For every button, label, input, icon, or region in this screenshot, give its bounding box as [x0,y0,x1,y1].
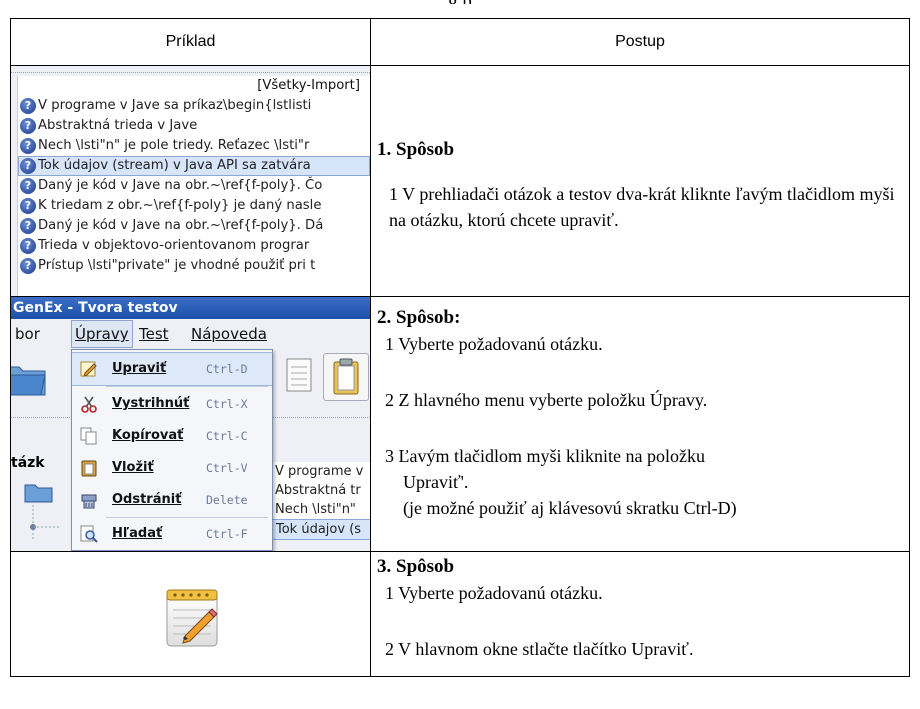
question-icon: ? [20,238,36,254]
method-2-title: 2. Spôsob: [377,307,461,328]
delete-icon [81,494,97,509]
method-2-step-2: 2 Z hlavného menu vyberte položku Úpravy… [385,390,708,410]
method-1-row: [Všetky-Import] ? V programe v Jave sa pr… [10,65,910,297]
list-item[interactable]: ? Abstraktná trieda v Jave [18,116,370,136]
menu-item-delete[interactable]: Odstrániť Delete [72,484,272,516]
method-2-step-3: 3 Ľavým tlačidlom myši kliknite na polož… [385,446,705,466]
menu-file[interactable]: bor [15,319,40,349]
method-2-step-3-note: (je možné použiť aj klávesovú skratku Ct… [403,498,737,518]
table-header-row: Príklad Postup [10,18,910,66]
method-1-step-1: 1 V prehliadači otázok a testov dva-krát… [389,184,895,230]
instructions-table: Príklad Postup [Všetky-Import] ? V progra… [10,18,910,677]
menu-item-cut[interactable]: Vystrihnúť Ctrl-X [72,388,272,420]
copy-icon [80,427,97,445]
list-item[interactable]: ? V programe v Jave sa príkaz\begin{lstli… [18,96,370,116]
list-item[interactable]: ? Trieda v objektovo-orientovanom prograr [18,236,370,256]
question-icon: ? [20,218,36,234]
question-icon: ? [20,198,36,214]
edit-button-screenshot [12,553,370,676]
list-item[interactable]: ? Prístup \lsti"private" je vhodné použiť… [18,256,370,276]
tree-folder-icon [24,484,61,541]
list-item[interactable]: ? Daný je kód v Jave na obr.~\ref{f-poly}… [18,216,370,236]
question-icon: ? [20,98,36,114]
method-3-step-2: 2 V hlavnom okne stlačte tlačítko Upravi… [385,639,694,659]
method-2-step-3-target: Upraviť'. [403,472,469,492]
edit-dropdown-menu: Upraviť Ctrl-D Vystrihnúť Ctrl-X Kopírov… [71,349,273,551]
clipboard-icon [333,358,359,395]
method-2-row: GenEx - Tvora testov bor Úpravy Test Náp… [10,296,910,552]
edit-icon [80,361,97,377]
menu-item-paste[interactable]: Vložiť Ctrl-V [72,452,272,484]
edit-menu-screenshot: GenEx - Tvora testov bor Úpravy Test Náp… [11,297,370,551]
method-3-title: 3. Spôsob [377,556,455,577]
list-item[interactable]: ? K triedam z obr.~\ref{f-poly} je daný n… [18,196,370,216]
method-2-text: 2. Spôsob: 1 Vyberte požadovanú otázku. … [370,296,910,552]
question-icon: ? [20,258,36,274]
page-heading-fragment: g p [0,0,920,4]
question-list: [Všetky-Import] ? V programe v Jave sa pr… [17,76,370,296]
document-icon [286,358,312,392]
list-item-selected[interactable]: ? Tok údajov (stream) v Java API sa zatvá… [18,156,370,176]
question-icon: ? [20,158,36,174]
example-question-list: [Všetky-Import] ? V programe v Jave sa pr… [10,65,371,297]
questions-pane-label: tázk [11,455,45,471]
example-menu: GenEx - Tvora testov bor Úpravy Test Náp… [10,296,371,552]
menu-item-copy[interactable]: Kopírovať Ctrl-C [72,420,272,452]
menu-bar: bor Úpravy Test Nápoveda [12,319,370,349]
method-3-text: 3. Spôsob 1 Vyberte požadovanú otázku. 2… [370,551,910,677]
question-icon: ? [20,178,36,194]
method-3-step-1: 1 Vyberte požadovanú otázku. [385,583,603,603]
list-header: [Všetky-Import] [257,78,360,93]
question-list-partial: V programe v Abstraktná tr Nech \lsti"n"… [269,462,370,540]
question-icon: ? [20,118,36,134]
search-icon [80,525,98,543]
list-item[interactable]: Abstraktná tr [269,481,370,500]
method-2-step-1: 1 Vyberte požadovanú otázku. [385,334,603,354]
paste-button[interactable] [323,353,369,401]
method-1-text: 1. Spôsob 1 V prehliadači otázok a testo… [370,65,910,297]
list-item[interactable]: Nech \lsti"n" [269,500,370,519]
list-item[interactable]: ? Daný je kód v Jave na obr.~\ref{f-poly}… [18,176,370,196]
open-folder-button[interactable] [11,353,46,399]
menu-test[interactable]: Test [139,319,169,349]
notepad-edit-icon[interactable] [163,586,223,650]
list-item[interactable]: V programe v [269,462,370,481]
menu-item-edit[interactable]: Upraviť Ctrl-D [72,352,272,386]
header-example: Príklad [10,18,371,66]
list-item-selected[interactable]: Tok údajov (s [269,519,370,540]
scissors-icon [81,396,97,413]
header-procedure: Postup [370,18,910,66]
menu-help[interactable]: Nápoveda [191,319,267,349]
copy-button[interactable] [279,353,317,399]
question-browser-screenshot: [Všetky-Import] ? V programe v Jave sa pr… [11,66,370,296]
list-item[interactable]: ? Nech \lsti"n" je pole triedy. Reťazec \… [18,136,370,156]
menu-edit[interactable]: Úpravy [71,320,133,348]
divider [11,72,370,73]
method-3-row: 3. Spôsob 1 Vyberte požadovanú otázku. 2… [10,551,910,677]
menu-separator [106,386,268,387]
example-edit-button [10,551,371,677]
folder-icon [11,366,46,396]
question-icon: ? [20,138,36,154]
method-1-title: 1. Spôsob [377,139,455,160]
window-title: GenEx - Tvora testov [11,297,370,319]
paste-icon [81,460,97,477]
menu-item-find[interactable]: Hľadať Ctrl-F [72,518,272,550]
